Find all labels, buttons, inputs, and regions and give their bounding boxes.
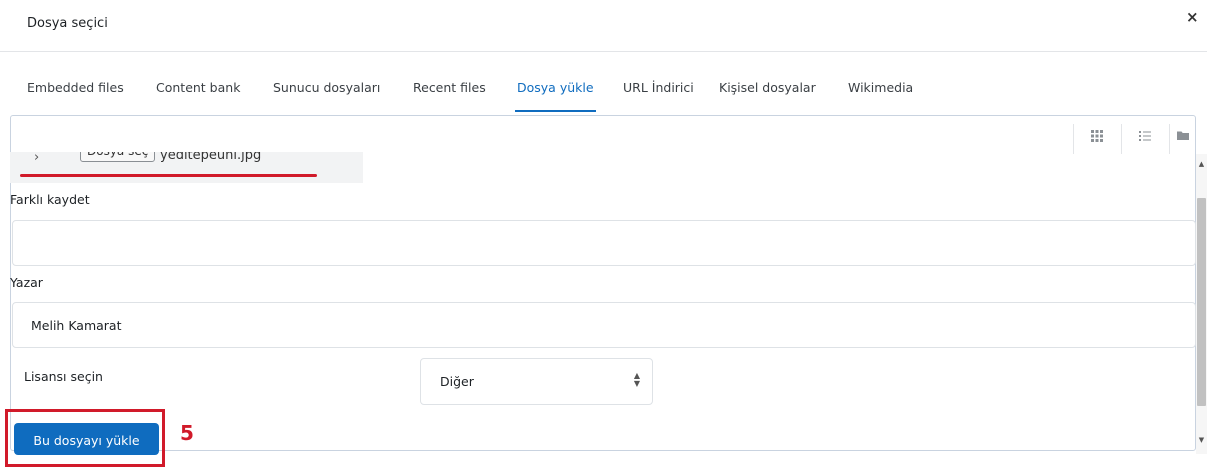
author-label: Yazar (10, 275, 43, 290)
annotation-step-number: 5 (180, 421, 194, 445)
choose-file-button[interactable]: Dosya seç (80, 152, 156, 162)
selected-file-name: yeditepeuni.jpg (160, 152, 262, 163)
tab-sunucu-dosyalari[interactable]: Sunucu dosyaları (273, 78, 380, 112)
select-caret-icon: ▲ ▼ (633, 371, 640, 388)
tab-embedded-files[interactable]: Embedded files (27, 78, 124, 112)
tab-dosya-yukle[interactable]: Dosya yükle (515, 78, 596, 112)
scroll-up-icon[interactable]: ▲ (1196, 160, 1207, 168)
toolbar-divider (1169, 124, 1170, 154)
tab-url-indirici[interactable]: URL İndirici (623, 78, 694, 112)
license-select[interactable]: Diğer ▲ ▼ (420, 358, 653, 405)
scroll-down-icon[interactable]: ▼ (1196, 436, 1207, 444)
repository-tabs: Embedded files Content bank Sunucu dosya… (0, 78, 1207, 114)
author-input[interactable] (13, 303, 1195, 347)
license-label: Lisansı seçin (24, 369, 103, 384)
annotation-highlight-box (5, 409, 165, 467)
save-as-label: Farklı kaydet (10, 192, 90, 207)
scrollbar-thumb[interactable] (1197, 198, 1206, 406)
tab-content-bank[interactable]: Content bank (156, 78, 240, 112)
grid-view-icon[interactable] (1088, 130, 1106, 146)
tab-wikimedia[interactable]: Wikimedia (848, 78, 913, 112)
author-field[interactable] (12, 302, 1196, 348)
file-chooser: › Dosya seç yeditepeuni.jpg (10, 152, 363, 183)
chevron-icon: › (34, 152, 40, 165)
dialog-title: Dosya seçici (27, 16, 108, 31)
save-as-field[interactable] (12, 220, 1196, 266)
header-divider (0, 51, 1207, 52)
toolbar-divider (1073, 124, 1074, 154)
annotation-underline (20, 174, 317, 177)
folder-view-icon[interactable] (1174, 130, 1192, 146)
panel-scrollbar[interactable]: ▲ ▼ (1196, 154, 1207, 454)
license-selected-value: Diğer (440, 374, 474, 389)
tab-recent-files[interactable]: Recent files (413, 78, 486, 112)
close-icon[interactable]: × (1186, 8, 1199, 26)
toolbar-divider (1121, 124, 1122, 154)
save-as-input[interactable] (13, 221, 1195, 265)
tab-kisisel-dosyalar[interactable]: Kişisel dosyalar (719, 78, 816, 112)
list-view-icon[interactable] (1136, 130, 1154, 146)
